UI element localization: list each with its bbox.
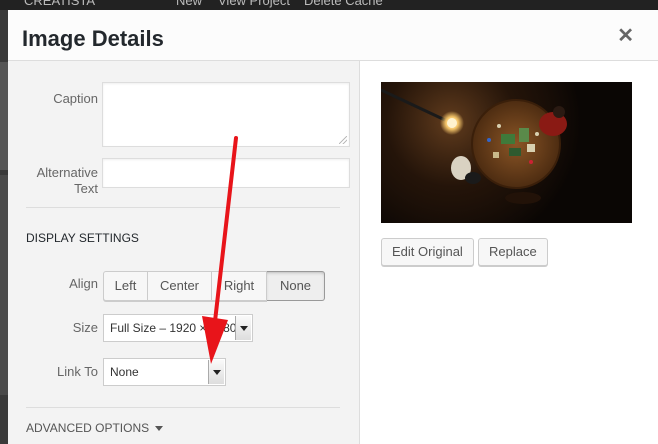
board-game-photo [381, 82, 632, 223]
admin-bar-view-project[interactable]: View Project [218, 0, 290, 8]
divider [26, 407, 340, 408]
link-to-select[interactable]: None [103, 358, 226, 386]
background-panel [0, 62, 8, 170]
admin-bar-new[interactable]: New [176, 0, 202, 8]
divider [26, 207, 340, 208]
attachment-settings-pane: Caption Alternative Text DISPLAY SETTING… [8, 61, 360, 444]
align-left-button[interactable]: Left [103, 271, 148, 301]
size-select-value: Full Size – 1920 × 1080 [110, 321, 237, 335]
advanced-options-toggle[interactable]: ADVANCED OPTIONS [26, 421, 164, 435]
size-label: Size [72, 320, 98, 335]
chevron-down-icon[interactable] [235, 316, 251, 340]
close-icon[interactable]: ✕ [617, 25, 634, 47]
align-center-button[interactable]: Center [148, 271, 212, 301]
advanced-options-label: ADVANCED OPTIONS [26, 421, 150, 435]
caption-label: Caption [53, 91, 98, 106]
link-to-label: Link To [57, 364, 98, 379]
admin-bar-site-name[interactable]: CREATISTA [24, 0, 95, 8]
align-label: Align [69, 276, 98, 291]
image-thumbnail [381, 82, 632, 223]
image-details-modal: Image Details ✕ Caption Alternative Text… [8, 10, 658, 444]
alt-text-label-line: Alternative [36, 165, 98, 180]
background-page [0, 10, 8, 444]
link-to-select-value: None [110, 365, 139, 379]
modal-header: Image Details ✕ [8, 10, 658, 61]
align-button-group: Left Center Right None [103, 271, 325, 301]
image-preview-pane: Edit Original Replace [360, 61, 658, 444]
caret-down-icon [155, 426, 164, 432]
replace-button[interactable]: Replace [478, 238, 548, 266]
admin-bar-delete-cache[interactable]: Delete Cache [304, 0, 383, 8]
resize-grip-icon[interactable] [339, 136, 347, 144]
background-panel [0, 175, 8, 395]
caption-textarea[interactable] [102, 82, 350, 147]
size-select[interactable]: Full Size – 1920 × 1080 [103, 314, 253, 342]
modal-title: Image Details [22, 26, 164, 51]
alt-text-label: Alternative Text [8, 165, 98, 197]
align-right-button[interactable]: Right [212, 271, 267, 301]
admin-bar: CREATISTA New View Project Delete Cache [0, 0, 658, 10]
alt-text-input[interactable] [102, 158, 350, 188]
chevron-down-icon[interactable] [208, 360, 224, 384]
alt-text-label-line: Text [74, 181, 98, 196]
display-settings-heading: DISPLAY SETTINGS [26, 231, 139, 245]
align-none-button[interactable]: None [267, 271, 325, 301]
edit-original-button[interactable]: Edit Original [381, 238, 474, 266]
